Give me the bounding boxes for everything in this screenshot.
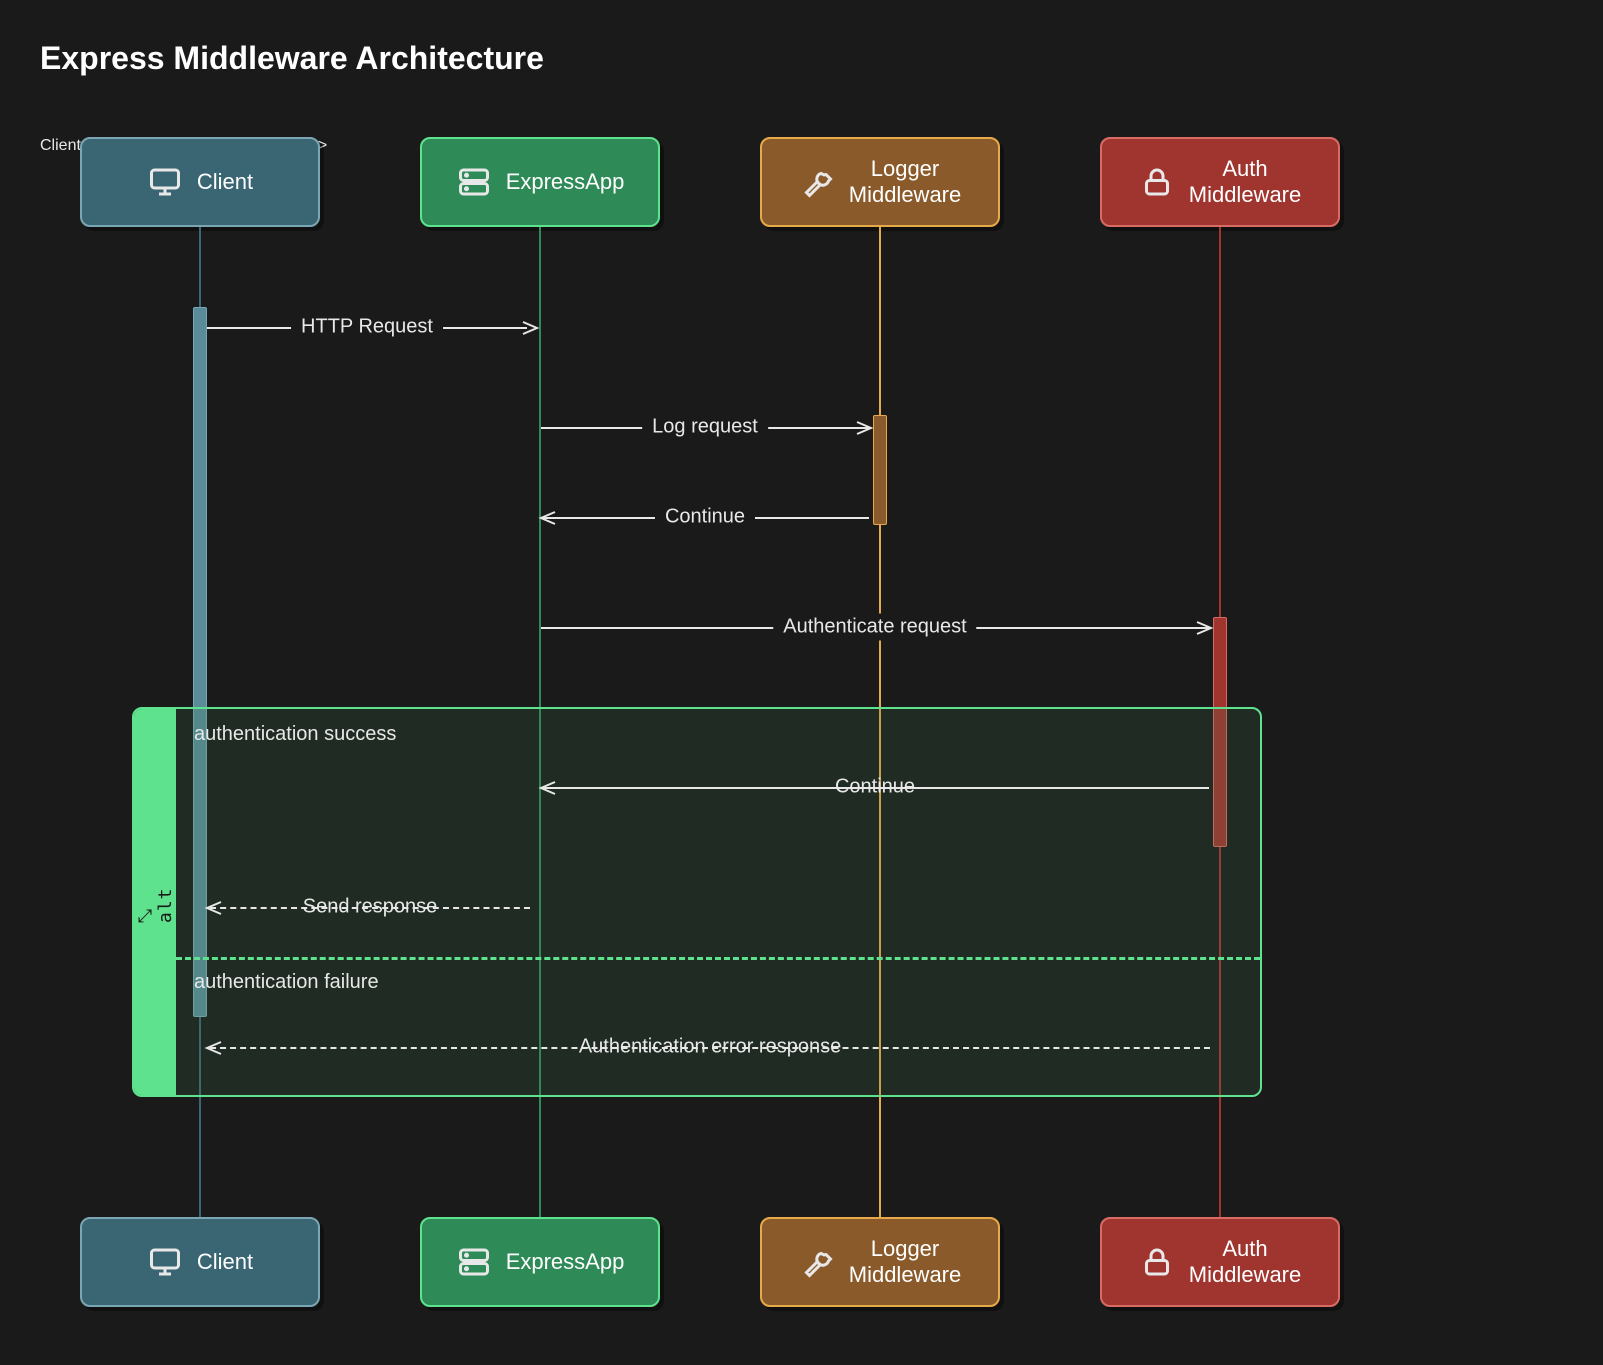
sequence-diagram: Client ExpressApp Logger Middleware Auth… — [40, 137, 1563, 1337]
participant-auth-bottom: Auth Middleware — [1100, 1217, 1340, 1307]
arrowhead-icon — [1195, 618, 1215, 638]
lock-icon — [1139, 164, 1175, 200]
participant-auth-top: Auth Middleware — [1100, 137, 1340, 227]
message-label: Authenticate request — [773, 614, 976, 641]
participant-label: Auth Middleware — [1189, 156, 1302, 209]
participant-client-top: Client — [80, 137, 320, 227]
participant-label: ExpressApp — [506, 1249, 625, 1275]
wrench-icon — [799, 1244, 835, 1280]
alt-divider — [176, 957, 1260, 960]
message-label: Continue — [655, 504, 755, 531]
participant-label: Auth Middleware — [1189, 1236, 1302, 1289]
participant-label: Logger Middleware — [849, 1236, 962, 1289]
participant-logger-bottom: Logger Middleware — [760, 1217, 1000, 1307]
alt-condition-failure: authentication failure — [194, 971, 379, 994]
server-icon — [456, 164, 492, 200]
message-label: Continue — [825, 774, 925, 801]
alt-condition-success: authentication success — [194, 723, 396, 746]
branch-icon: ⤢ — [137, 905, 152, 926]
wrench-icon — [799, 164, 835, 200]
arrowhead-icon — [203, 1038, 223, 1058]
participant-label: ExpressApp — [506, 169, 625, 195]
arrowhead-icon — [203, 898, 223, 918]
arrowhead-icon — [855, 418, 875, 438]
participant-label: Client — [197, 1249, 253, 1275]
participant-label: Client — [197, 169, 253, 195]
alt-keyword: alt — [155, 887, 176, 923]
monitor-icon — [147, 164, 183, 200]
message-label: Authentication error response — [569, 1034, 851, 1061]
participant-label: Logger Middleware — [849, 156, 962, 209]
arrowhead-icon — [537, 778, 557, 798]
lock-icon — [1139, 1244, 1175, 1280]
message-label: Log request — [642, 414, 768, 441]
participant-express-bottom: ExpressApp — [420, 1217, 660, 1307]
message-label: Send response — [293, 894, 448, 921]
participant-logger-top: Logger Middleware — [760, 137, 1000, 227]
participant-client-bottom: Client — [80, 1217, 320, 1307]
message-label: HTTP Request — [291, 314, 443, 341]
arrowhead-icon — [537, 508, 557, 528]
monitor-icon — [147, 1244, 183, 1280]
server-icon — [456, 1244, 492, 1280]
diagram-title: Express Middleware Architecture — [40, 40, 1563, 77]
arrowhead-icon — [521, 318, 541, 338]
alt-keyword-tab: ⤢alt — [134, 709, 176, 1095]
participant-express-top: ExpressApp — [420, 137, 660, 227]
activation-logger — [873, 415, 887, 525]
